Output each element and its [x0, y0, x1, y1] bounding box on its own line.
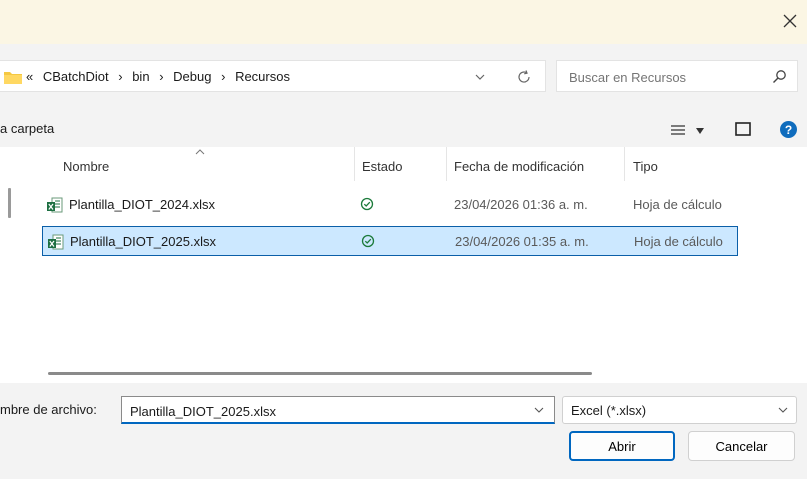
breadcrumb-separator[interactable]: › — [159, 69, 163, 84]
title-bar — [0, 0, 807, 44]
cancel-button[interactable]: Cancelar — [688, 431, 795, 461]
breadcrumb-separator[interactable]: › — [118, 69, 122, 84]
file-name[interactable]: Plantilla_DIOT_2025.xlsx — [70, 234, 216, 249]
sort-ascending-icon — [195, 149, 205, 155]
chevron-down-icon[interactable] — [474, 71, 486, 83]
nav-pane-scrollbar[interactable] — [8, 188, 11, 218]
new-folder-button[interactable]: a carpeta — [0, 121, 54, 136]
address-bar[interactable]: « CBatchDiot › bin › Debug › Recursos — [0, 60, 546, 92]
search-box[interactable] — [556, 60, 798, 92]
file-list[interactable]: Nombre Estado Fecha de modificación Tipo… — [0, 147, 807, 383]
breadcrumb: « CBatchDiot › bin › Debug › Recursos — [26, 69, 296, 84]
column-header-state[interactable]: Estado — [362, 159, 402, 174]
preview-pane-icon[interactable] — [735, 122, 751, 136]
file-type: Hoja de cálculo — [633, 197, 722, 212]
file-date: 23/04/2026 01:36 a. m. — [454, 197, 588, 212]
column-header-type[interactable]: Tipo — [633, 159, 658, 174]
file-name[interactable]: Plantilla_DIOT_2024.xlsx — [69, 197, 215, 212]
file-type-filter-value: Excel (*.xlsx) — [571, 403, 647, 418]
help-icon[interactable]: ? — [780, 121, 797, 138]
filename-input[interactable] — [128, 401, 512, 421]
excel-file-icon — [48, 234, 64, 250]
sync-status-icon — [361, 234, 375, 248]
search-icon[interactable] — [772, 69, 787, 84]
breadcrumb-overflow[interactable]: « — [26, 69, 33, 84]
column-header-date[interactable]: Fecha de modificación — [454, 159, 584, 174]
breadcrumb-item-bin[interactable]: bin — [132, 69, 149, 84]
column-divider[interactable] — [624, 147, 625, 181]
view-dropdown-icon[interactable] — [695, 127, 705, 135]
file-type: Hoja de cálculo — [634, 234, 723, 249]
close-icon[interactable] — [781, 12, 799, 30]
chevron-down-icon[interactable] — [534, 406, 544, 414]
breadcrumb-item-cbatchdiot[interactable]: CBatchDiot — [43, 69, 109, 84]
sync-status-icon — [360, 197, 374, 211]
filename-box[interactable] — [121, 396, 555, 424]
file-type-filter[interactable]: Excel (*.xlsx) — [562, 396, 797, 424]
breadcrumb-item-recursos[interactable]: Recursos — [235, 69, 290, 84]
horizontal-scrollbar[interactable] — [48, 372, 592, 375]
svg-text:?: ? — [785, 123, 792, 137]
file-row-selected[interactable]: Plantilla_DIOT_2025.xlsx 23/04/2026 01:3… — [42, 226, 738, 256]
filename-label: mbre de archivo: — [0, 402, 97, 417]
open-button[interactable]: Abrir — [569, 431, 675, 461]
breadcrumb-separator[interactable]: › — [221, 69, 225, 84]
chevron-down-icon[interactable] — [778, 406, 788, 414]
view-list-icon[interactable] — [670, 124, 686, 136]
file-date: 23/04/2026 01:35 a. m. — [455, 234, 589, 249]
search-input[interactable] — [567, 67, 761, 87]
file-row[interactable]: Plantilla_DIOT_2024.xlsx 23/04/2026 01:3… — [42, 190, 738, 220]
excel-file-icon — [47, 197, 63, 213]
refresh-icon[interactable] — [516, 69, 532, 85]
column-header-name[interactable]: Nombre — [63, 159, 109, 174]
column-divider[interactable] — [354, 147, 355, 181]
column-divider[interactable] — [446, 147, 447, 181]
breadcrumb-item-debug[interactable]: Debug — [173, 69, 211, 84]
folder-icon — [4, 72, 22, 84]
